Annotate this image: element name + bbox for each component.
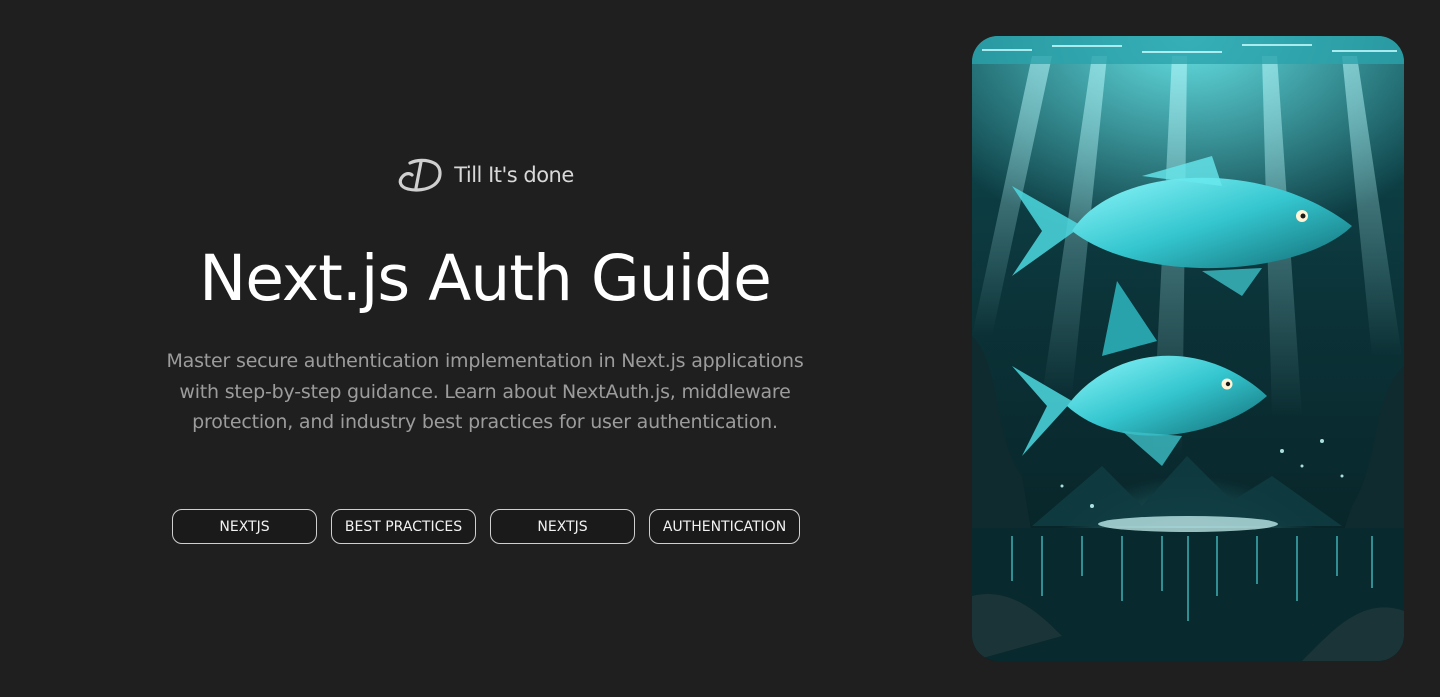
page-title: Next.js Auth Guide: [199, 242, 772, 315]
tag-button-nextjs[interactable]: NEXTJS: [172, 509, 317, 544]
tag-button-authentication[interactable]: AUTHENTICATION: [649, 509, 800, 544]
brand-name: Till It's done: [454, 163, 574, 187]
page-description: Master secure authentication implementat…: [166, 350, 804, 433]
td-monogram-icon: [398, 158, 442, 192]
underwater-fish-illustration: [972, 36, 1404, 661]
tag-list: NEXTJS BEST PRACTICES NEXTJS AUTHENTICAT…: [172, 509, 800, 544]
tag-button-best-practices[interactable]: BEST PRACTICES: [331, 509, 476, 544]
hero-text-column: Till It's done Next.js Auth Guide Master…: [140, 0, 830, 697]
brand[interactable]: Till It's done: [140, 154, 830, 196]
article-hero-page: Till It's done Next.js Auth Guide Master…: [0, 0, 1440, 697]
tag-button-nextjs-2[interactable]: NEXTJS: [490, 509, 635, 544]
cover-image: [972, 36, 1404, 661]
